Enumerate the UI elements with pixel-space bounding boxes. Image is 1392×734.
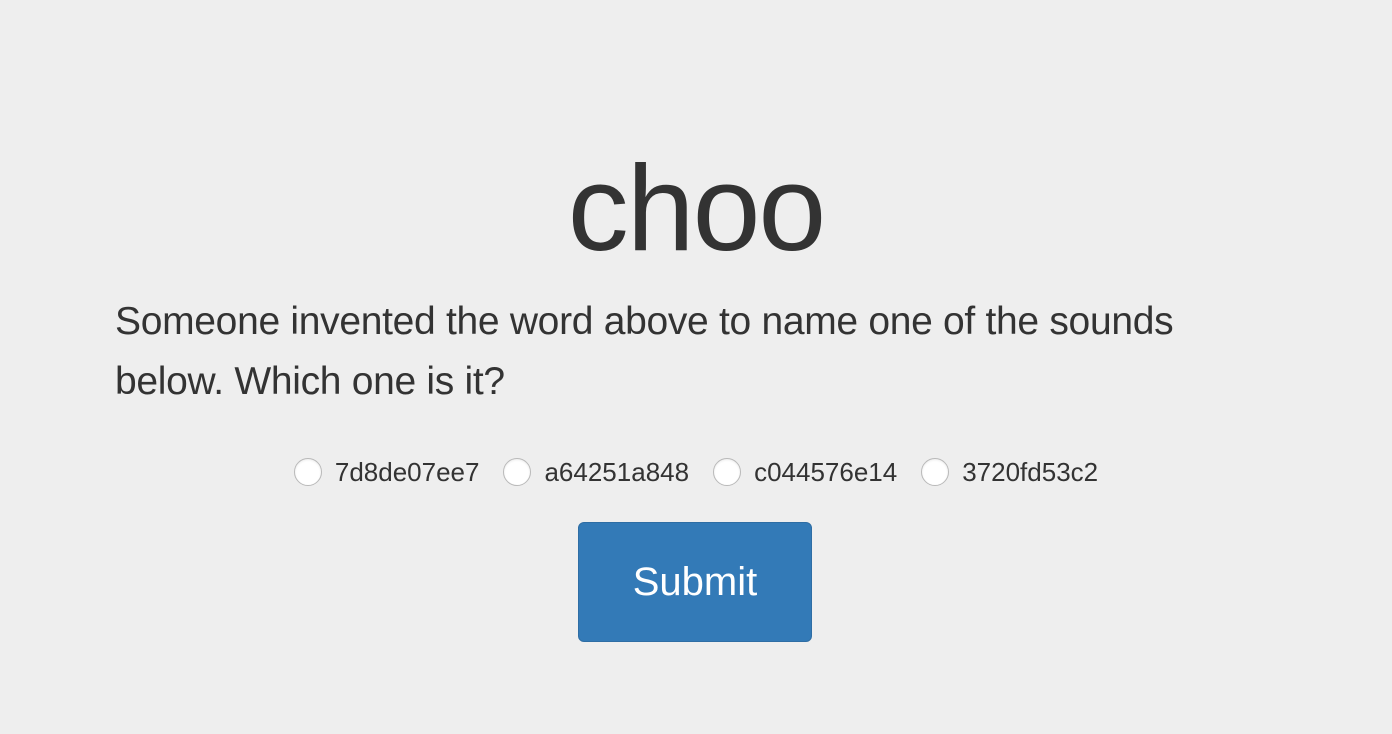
sound-option-label: 7d8de07ee7 xyxy=(334,457,480,487)
sound-option-label: 3720fd53c2 xyxy=(962,457,1099,487)
sound-option-4[interactable]: 3720fd53c2 xyxy=(921,452,1098,492)
sound-option-label: a64251a848 xyxy=(544,457,690,487)
radio-button[interactable] xyxy=(713,458,742,486)
sound-option-label: c044576e14 xyxy=(754,457,898,487)
question-prompt: Someone invented the word above to name … xyxy=(115,300,1174,403)
sound-option-1[interactable]: 7d8de07ee7 xyxy=(293,452,480,492)
radio-button[interactable] xyxy=(293,458,322,486)
sound-option-3[interactable]: c044576e14 xyxy=(713,452,897,492)
sound-option-2[interactable]: a64251a848 xyxy=(503,452,689,492)
radio-button[interactable] xyxy=(921,458,950,486)
radio-button[interactable] xyxy=(503,458,532,486)
submit-button[interactable]: Submit xyxy=(578,522,812,642)
sound-options: 7d8de07ee7 a64251a848 c044576e14 3720fd5… xyxy=(0,452,1392,492)
word-heading: choo xyxy=(567,140,827,276)
